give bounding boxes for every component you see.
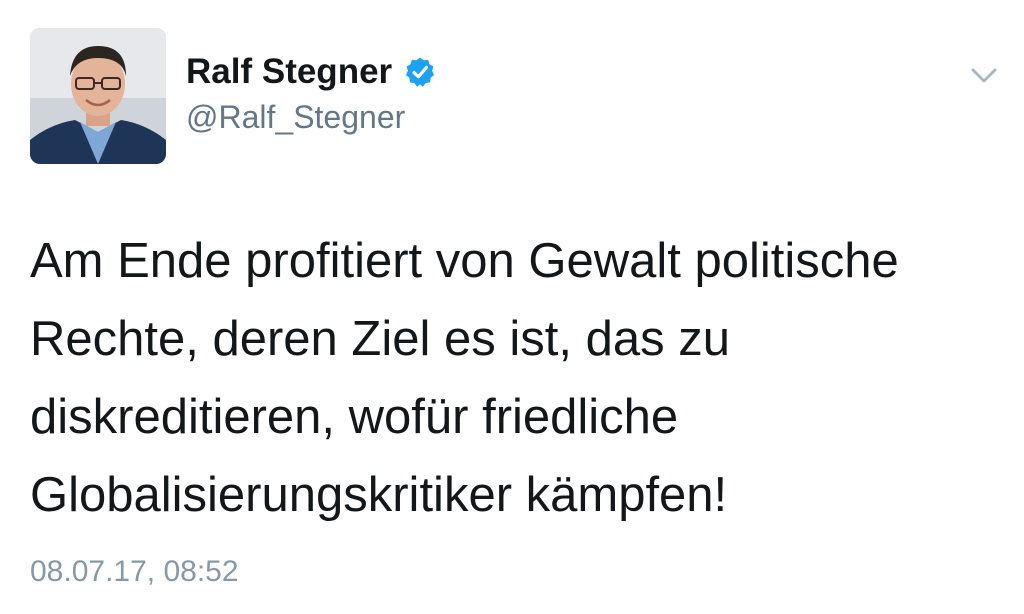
display-name[interactable]: Ralf Stegner [186,52,392,92]
tweet-timestamp[interactable]: 08.07.17, 08:52 [30,550,239,594]
tweet-author[interactable]: Ralf Stegner @Ralf_Stegner [186,52,436,136]
avatar[interactable] [30,28,166,164]
name-row: Ralf Stegner [186,52,436,92]
tweet-text: Am Ende profitiert von Gewalt politische… [30,234,899,522]
user-handle[interactable]: @Ralf_Stegner [186,98,436,136]
chevron-down-icon[interactable] [966,62,1002,90]
verified-badge-icon [404,56,436,88]
avatar-photo [30,28,166,164]
